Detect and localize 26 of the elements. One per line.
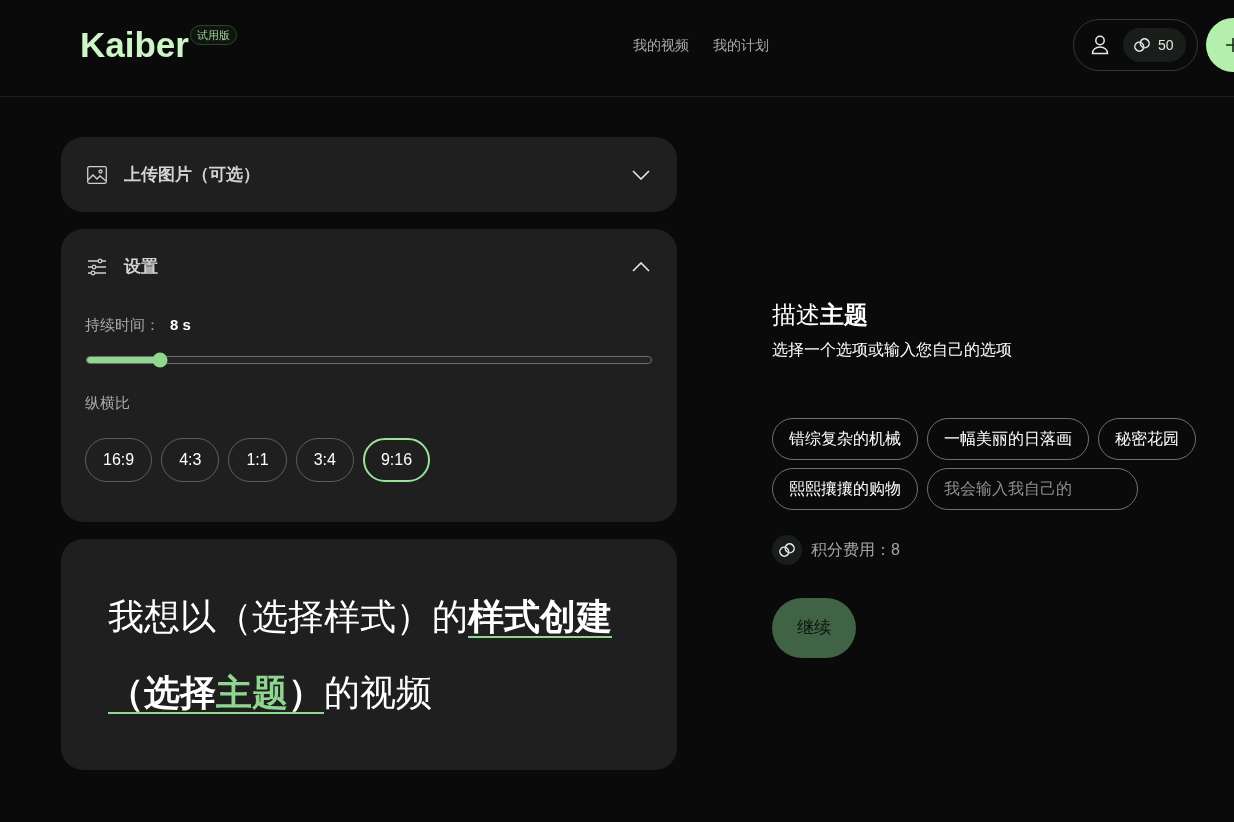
duration-label: 持续时间：: [85, 314, 160, 335]
trial-badge: 试用版: [189, 25, 237, 45]
section-header[interactable]: 上传图片（可选）: [61, 137, 677, 212]
duration-value: 8 s: [170, 314, 191, 335]
link-icon: [772, 535, 802, 565]
slider-thumb[interactable]: [152, 352, 168, 368]
blank-link[interactable]: （选择主题）: [108, 672, 324, 713]
person-icon: [1090, 35, 1109, 55]
profile-button[interactable]: [1089, 34, 1110, 56]
section-header[interactable]: 设置: [61, 229, 677, 304]
aspect-option[interactable]: 9:16: [362, 438, 431, 482]
credit-cost: 积分费用：8: [811, 540, 900, 560]
image-icon: [87, 165, 107, 184]
logo-text[interactable]: Kaiber: [80, 27, 189, 62]
credits-pill[interactable]: 50: [1122, 28, 1186, 62]
sliders-icon: [87, 257, 107, 276]
blank-link[interactable]: 样式创建: [468, 596, 612, 637]
prompt-sentence: 我想以（选择样式）的样式创建 （选择主题）的视频: [108, 595, 613, 715]
nav-link[interactable]: 我的视频: [632, 34, 689, 56]
aspect-ratio-label: 纵横比: [85, 393, 130, 413]
credits-count: 50: [1157, 35, 1174, 55]
panel-title: 描述主题: [772, 300, 868, 330]
link-icon: [1133, 37, 1150, 53]
nav-link[interactable]: 我的计划: [712, 34, 769, 56]
panel-subtitle: 选择一个选项或输入您自己的选项: [772, 340, 1012, 360]
custom-subject-field[interactable]: 我会输入我自己的: [927, 468, 1138, 510]
